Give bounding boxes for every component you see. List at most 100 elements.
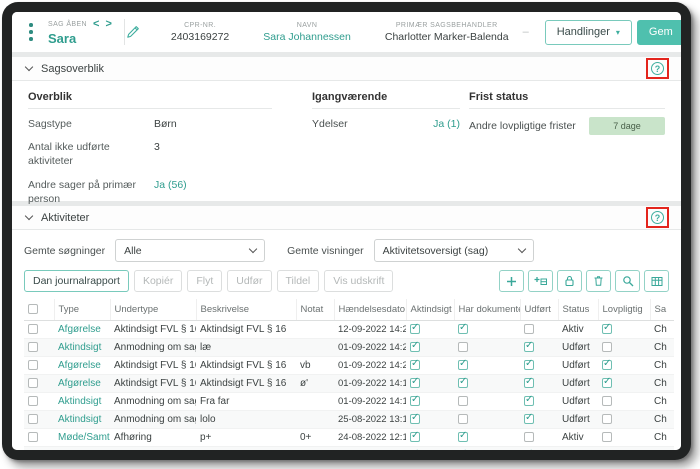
- vis-udskrift-button[interactable]: Vis udskrift: [324, 270, 394, 292]
- activity-type-link[interactable]: Aktindsigt: [58, 342, 101, 353]
- sagsoverblik-header[interactable]: Sagsoverblik ?: [12, 57, 681, 81]
- cell-undertype: Anden i familien: [110, 446, 196, 450]
- lock-icon[interactable]: [557, 270, 582, 292]
- udfoert-checkbox[interactable]: [524, 394, 534, 407]
- col-type[interactable]: Type: [53, 299, 110, 321]
- lovpligtig-checkbox[interactable]: [602, 414, 612, 425]
- collapse-chevron-icon[interactable]: [24, 211, 34, 221]
- har-dokumenter-checkbox[interactable]: [458, 414, 468, 425]
- row-select-checkbox[interactable]: [28, 360, 38, 371]
- select-all-checkbox[interactable]: [28, 304, 38, 315]
- udfoert-checkbox[interactable]: [524, 324, 534, 335]
- table-row[interactable]: Aktindsigt Anmodning om sagsakter Fra fa…: [24, 392, 674, 411]
- andre-sager-link[interactable]: Ja (56): [154, 178, 187, 206]
- col-lovpligtig[interactable]: Lovpligtig: [597, 299, 650, 321]
- col-beskrivelse[interactable]: Beskrivelse: [195, 299, 296, 321]
- gem-button[interactable]: Gem: [636, 19, 681, 45]
- aktindsigt-checkbox[interactable]: [410, 340, 420, 353]
- edit-icon[interactable]: [125, 24, 141, 40]
- activity-type-link[interactable]: Møde/Samtale: [58, 432, 110, 443]
- row-select-checkbox[interactable]: [28, 432, 38, 443]
- lovpligtig-checkbox[interactable]: [602, 396, 612, 407]
- table-row[interactable]: Aktindsigt Anmodning om sagsakter læ 01-…: [24, 338, 674, 357]
- lovpligtig-checkbox[interactable]: [602, 358, 612, 371]
- col-status[interactable]: Status: [557, 299, 598, 321]
- har-dokumenter-checkbox[interactable]: [458, 430, 468, 443]
- delete-icon[interactable]: [586, 270, 611, 292]
- table-row[interactable]: Afgørelse Aktindsigt FVL § 16 Aktindsigt…: [24, 374, 674, 393]
- aktindsigt-checkbox[interactable]: [410, 322, 420, 335]
- table-row[interactable]: Møde/Samtale Afhøring p+ 0+ 24-08-2022 1…: [24, 428, 674, 447]
- aktindsigt-checkbox[interactable]: [410, 394, 420, 407]
- tildel-button[interactable]: Tildel: [276, 270, 320, 292]
- udfoert-checkbox[interactable]: [524, 358, 534, 371]
- gemte-visninger-select[interactable]: Aktivitetsoversigt (sag): [373, 239, 534, 262]
- add-row-icon[interactable]: [528, 270, 553, 292]
- search-icon[interactable]: [615, 270, 640, 292]
- col-aktindsigt[interactable]: Aktindsigt: [405, 299, 454, 321]
- table-row[interactable]: Afgørelse Aktindsigt FVL § 16 Aktindsigt…: [24, 356, 674, 375]
- table-row[interactable]: Aktindsigt Anmodning om sagsakter lolo 2…: [24, 410, 674, 429]
- activity-type-link[interactable]: Afgørelse: [58, 324, 101, 335]
- lovpligtig-checkbox[interactable]: [602, 376, 612, 389]
- kopier-button[interactable]: Kopiér: [133, 270, 183, 292]
- udfoert-checkbox[interactable]: [524, 432, 534, 443]
- flyt-button[interactable]: Flyt: [187, 270, 223, 292]
- columns-icon[interactable]: [644, 270, 669, 292]
- next-case-icon[interactable]: >: [105, 18, 111, 30]
- previous-case-icon[interactable]: <: [93, 18, 99, 30]
- dan-journalrapport-button[interactable]: Dan journalrapport: [24, 270, 129, 292]
- aktindsigt-checkbox[interactable]: [410, 430, 420, 443]
- annotation-highlight: ?: [646, 207, 669, 228]
- help-icon[interactable]: ?: [651, 211, 664, 224]
- handlinger-button-label: Handlinger: [556, 26, 610, 38]
- sagstype-value: Børn: [154, 118, 177, 130]
- activity-type-link[interactable]: Aktindsigt: [58, 396, 101, 407]
- activity-type-link[interactable]: Afgørelse: [58, 378, 101, 389]
- col-notat[interactable]: Notat: [295, 299, 334, 321]
- udfoert-checkbox[interactable]: [524, 340, 534, 353]
- col-undertype[interactable]: Undertype: [109, 299, 196, 321]
- har-dokumenter-checkbox[interactable]: [458, 322, 468, 335]
- row-select-checkbox[interactable]: [28, 414, 38, 425]
- table-row[interactable]: Afgørelse Aktindsigt FVL § 16 Aktindsigt…: [24, 320, 674, 339]
- lovpligtig-checkbox[interactable]: [602, 322, 612, 335]
- sagsoverblik-panel: Sagsoverblik ? Overblik Sagstype Børn An…: [12, 57, 681, 205]
- har-dokumenter-checkbox[interactable]: [458, 342, 468, 353]
- cell-undertype: Anmodning om sagsakter: [110, 338, 196, 357]
- col-haendelsesdato[interactable]: Hændelsesdato: [333, 299, 406, 321]
- activity-type-link[interactable]: Afgørelse: [58, 360, 101, 371]
- cell-undertype: Aktindsigt FVL § 16: [110, 320, 196, 339]
- udfoert-checkbox[interactable]: [524, 412, 534, 425]
- row-select-checkbox[interactable]: [28, 342, 38, 353]
- col-har-dokumenter[interactable]: Har dokumenter: [453, 299, 520, 321]
- gemte-visninger-value: Aktivitetsoversigt (sag): [382, 244, 489, 257]
- help-icon[interactable]: ?: [651, 62, 664, 75]
- table-row[interactable]: Henvendelse Anden i familien ryry 24-08-…: [24, 446, 674, 450]
- navn-value-link[interactable]: Sara Johannessen: [263, 31, 351, 43]
- activity-type-link[interactable]: Aktindsigt: [58, 414, 101, 425]
- udfoer-button[interactable]: Udfør: [227, 270, 272, 292]
- aktiviteter-header[interactable]: Aktiviteter ?: [12, 206, 681, 230]
- har-dokumenter-checkbox[interactable]: [458, 376, 468, 389]
- row-select-checkbox[interactable]: [28, 324, 38, 335]
- aktindsigt-checkbox[interactable]: [410, 376, 420, 389]
- row-select-checkbox[interactable]: [28, 378, 38, 389]
- collapse-chevron-icon[interactable]: [24, 62, 34, 72]
- har-dokumenter-checkbox[interactable]: [458, 358, 468, 371]
- lovpligtig-checkbox[interactable]: [602, 342, 612, 353]
- aktindsigt-checkbox[interactable]: [410, 412, 420, 425]
- kebab-menu-icon[interactable]: [24, 21, 38, 43]
- row-select-checkbox[interactable]: [28, 396, 38, 407]
- col-sagsbehandler[interactable]: Sa: [649, 299, 674, 321]
- gemte-soegninger-select[interactable]: Alle: [115, 239, 266, 262]
- lovpligtig-checkbox[interactable]: [602, 432, 612, 443]
- udfoert-checkbox[interactable]: [524, 376, 534, 389]
- aktindsigt-checkbox[interactable]: [410, 358, 420, 371]
- col-udfoert[interactable]: Udført: [519, 299, 558, 321]
- har-dokumenter-checkbox[interactable]: [458, 396, 468, 407]
- add-icon[interactable]: [499, 270, 524, 292]
- case-block: SAG ÅBEN < > Sara: [48, 18, 112, 46]
- ydelser-link[interactable]: Ja (1): [433, 117, 460, 131]
- handlinger-button[interactable]: Handlinger ▾: [544, 19, 632, 45]
